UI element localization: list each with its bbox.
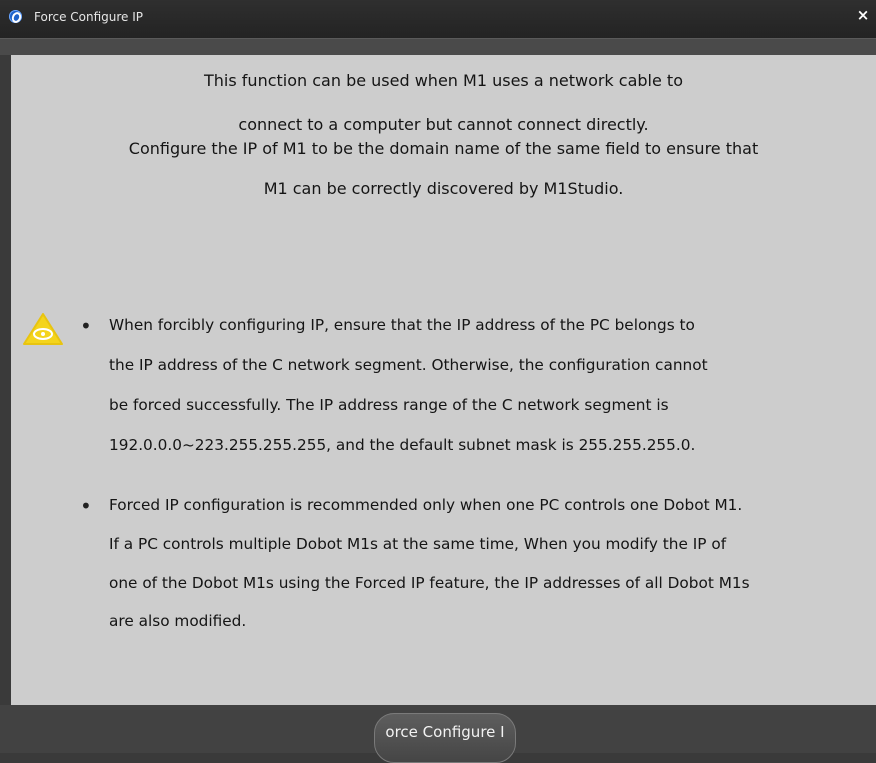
note-2-line-2: If a PC controls multiple Dobot M1s at t… (109, 535, 727, 553)
note-1-line-3: be forced successfully. The IP address r… (109, 396, 669, 414)
note-2-line-3: one of the Dobot M1s using the Forced IP… (109, 574, 750, 592)
warning-icon (23, 313, 63, 345)
note-1-line-1: When forcibly configuring IP, ensure tha… (109, 316, 695, 334)
content-panel: This function can be used when M1 uses a… (11, 55, 876, 705)
bullet-1: • (80, 314, 92, 338)
close-icon[interactable]: × (855, 7, 871, 23)
note-2-line-1: Forced IP configuration is recommended o… (109, 496, 743, 514)
intro-line-2: connect to a computer but cannot connect… (238, 115, 649, 134)
force-configure-button[interactable]: orce Configure I (374, 713, 516, 763)
title-bar: Force Configure IP × (0, 0, 876, 38)
toolbar-strip (0, 38, 876, 55)
note-2-line-4: are also modified. (109, 612, 247, 630)
intro-line-1: This function can be used when M1 uses a… (204, 71, 683, 90)
app-logo-icon (9, 10, 22, 23)
note-1-line-4: 192.0.0.0~223.255.255.255, and the defau… (109, 436, 696, 454)
intro-line-4: M1 can be correctly discovered by M1Stud… (263, 179, 624, 198)
intro-line-3: Configure the IP of M1 to be the domain … (128, 139, 759, 158)
window-title: Force Configure IP (34, 10, 144, 24)
note-1-line-2: the IP address of the C network segment.… (109, 356, 708, 374)
bullet-2: • (80, 494, 92, 518)
